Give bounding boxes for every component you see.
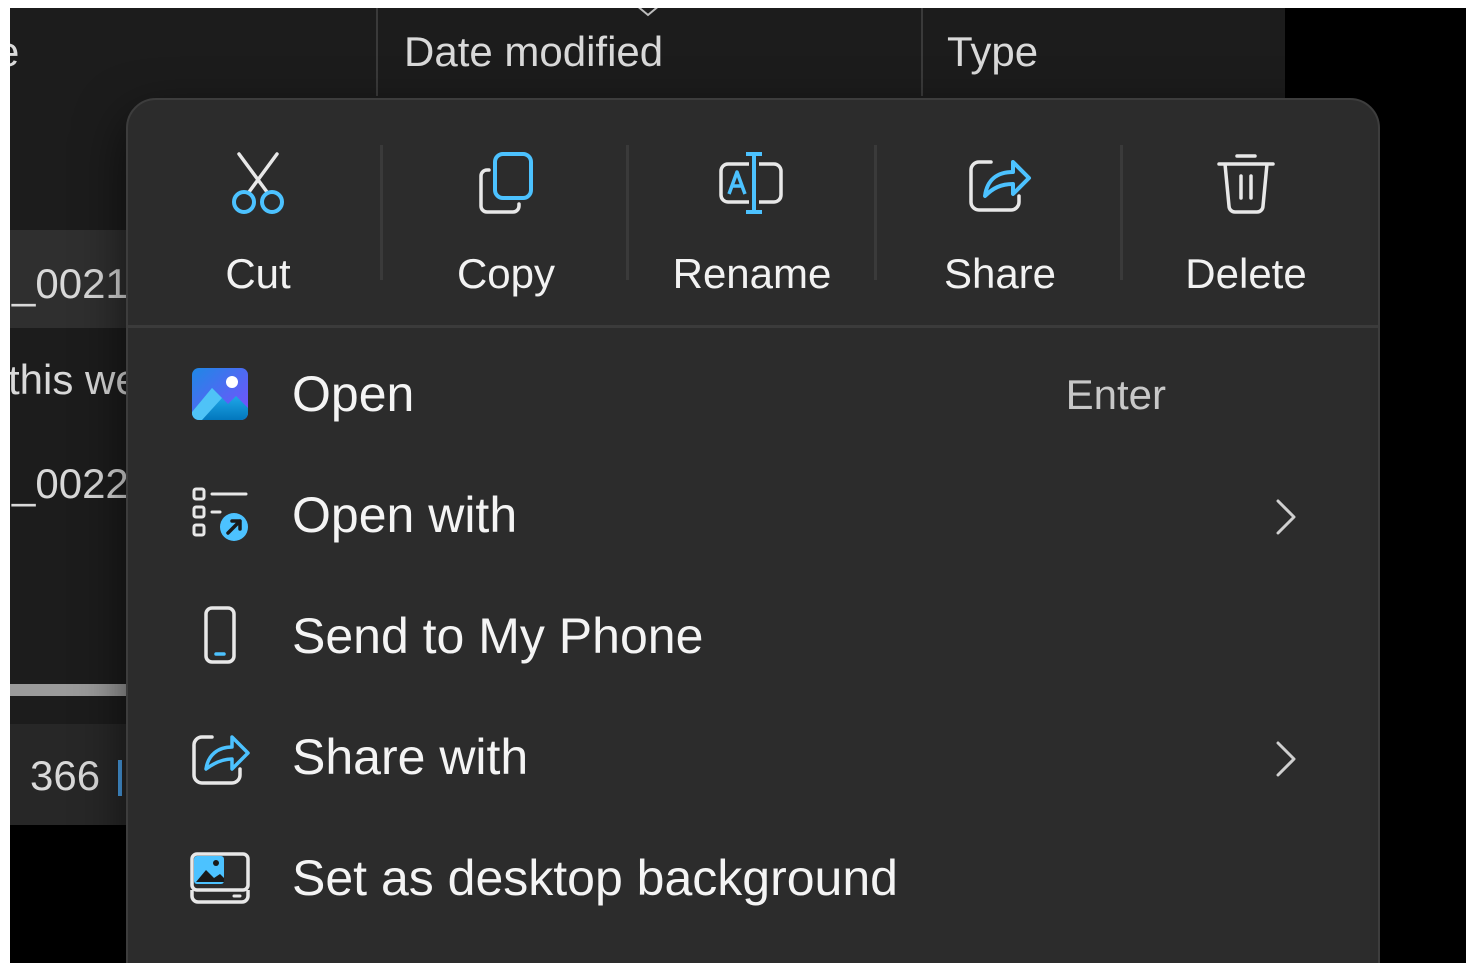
phone-icon bbox=[204, 606, 236, 664]
sort-descending-icon bbox=[638, 8, 658, 17]
divider bbox=[1120, 145, 1123, 280]
share-button[interactable]: Share bbox=[880, 120, 1120, 310]
photos-app-icon bbox=[192, 368, 248, 420]
screen: e Date modified Type _0021 this we _0022… bbox=[10, 8, 1466, 963]
menu-item-open-with[interactable]: Open with bbox=[146, 461, 1358, 569]
copy-icon bbox=[479, 152, 533, 214]
divider bbox=[874, 145, 877, 280]
group-header[interactable]: this we bbox=[10, 356, 139, 404]
column-header-date-modified[interactable]: Date modified bbox=[376, 8, 921, 96]
menu-item-label: Open bbox=[292, 366, 415, 422]
quick-actions-bar: Cut Copy Rename Share Delete bbox=[128, 100, 1378, 328]
column-header-date-label: Date modified bbox=[404, 28, 664, 75]
copy-label: Copy bbox=[456, 250, 556, 297]
delete-button[interactable]: Delete bbox=[1126, 120, 1366, 310]
chevron-right-icon bbox=[1276, 499, 1296, 535]
item-count: 366 bbox=[30, 752, 101, 799]
scissors-icon bbox=[232, 152, 284, 214]
menu-item-set-as-desktop-background[interactable]: Set as desktop background bbox=[146, 824, 1358, 932]
menu-item-send-to-my-phone[interactable]: Send to My Phone bbox=[146, 582, 1358, 690]
rename-button[interactable]: Rename bbox=[632, 120, 872, 310]
menu-item-share-with[interactable]: Share with bbox=[146, 703, 1358, 811]
share-icon bbox=[192, 735, 250, 785]
chevron-right-icon bbox=[1276, 741, 1296, 777]
cut-button[interactable]: Cut bbox=[138, 120, 378, 310]
divider bbox=[626, 145, 629, 280]
column-header-name[interactable]: e bbox=[10, 8, 376, 96]
menu-item-label: Open with bbox=[292, 487, 518, 543]
rename-label: Rename bbox=[672, 250, 832, 297]
file-name-cell[interactable]: _0021 bbox=[12, 260, 129, 308]
menu-item-label: Send to My Phone bbox=[292, 608, 704, 664]
keyboard-shortcut: Enter bbox=[1065, 371, 1166, 418]
menu-item-label: Share with bbox=[292, 729, 529, 785]
desktop-background-icon bbox=[190, 852, 250, 904]
copy-button[interactable]: Copy bbox=[386, 120, 626, 310]
share-label: Share bbox=[943, 250, 1057, 297]
share-icon bbox=[969, 160, 1031, 212]
trash-icon bbox=[1217, 154, 1275, 214]
divider bbox=[380, 145, 383, 280]
delete-label: Delete bbox=[1185, 250, 1307, 297]
file-name-cell[interactable]: _0022 bbox=[12, 460, 129, 508]
menu-item-open[interactable]: Open Enter bbox=[146, 340, 1358, 448]
column-header-name-label: e bbox=[10, 8, 19, 96]
menu-item-label: Set as desktop background bbox=[292, 850, 898, 906]
open-with-icon bbox=[192, 487, 248, 541]
context-menu: Cut Copy Rename Share Delete Open Enter … bbox=[126, 98, 1380, 963]
cut-label: Cut bbox=[225, 250, 291, 297]
rename-icon bbox=[719, 152, 783, 214]
column-header-type-label: Type bbox=[947, 28, 1039, 75]
column-header-type[interactable]: Type bbox=[921, 8, 1287, 96]
selection-indicator bbox=[118, 760, 122, 796]
